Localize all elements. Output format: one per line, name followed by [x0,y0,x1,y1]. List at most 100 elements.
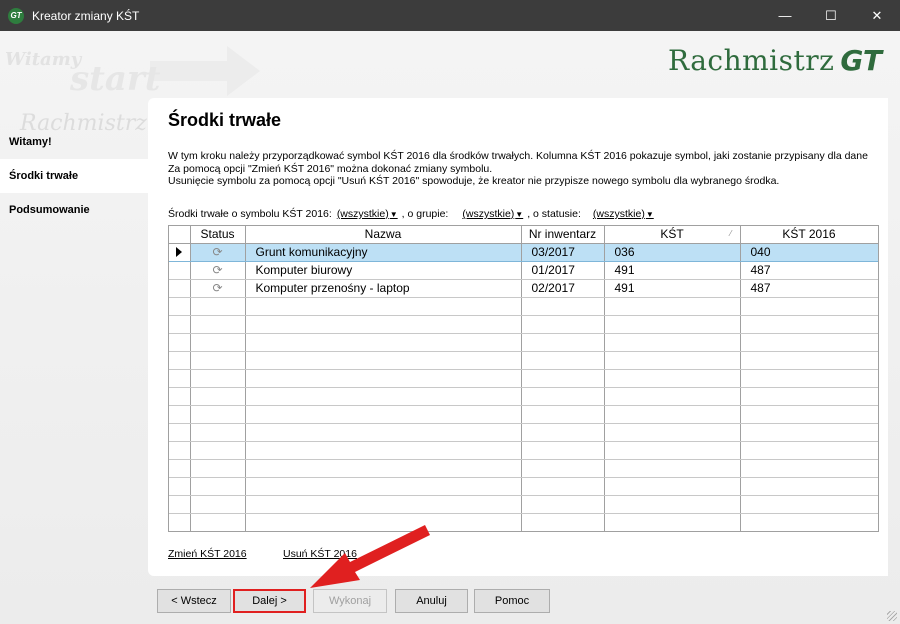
empty-cell [521,477,605,496]
table-row[interactable]: ⟳ Komputer biurowy 01/2017 491 487 [169,261,878,280]
filter-status-value: (wszystkie) [592,208,645,220]
empty-cell [245,477,522,496]
cell-nr[interactable]: 03/2017 [521,242,605,262]
title-bar: GT Kreator zmiany KŚT — ☐ ✕ [0,0,900,31]
empty-row [169,405,878,424]
cell-nr[interactable]: 01/2017 [521,261,605,280]
filter-status-dropdown[interactable]: (wszystkie) ▼ [593,208,654,220]
step-srodki-trwale[interactable]: Środki trwałe [0,159,148,193]
empty-cell [604,315,741,334]
cell-kst-2016[interactable]: 040 [740,242,878,262]
cell-nazwa[interactable]: Komputer biurowy [245,261,522,280]
empty-cell [604,333,741,352]
column-header-status[interactable]: Status [190,226,246,244]
cancel-button[interactable]: Anuluj [395,589,468,613]
sort-icon: ⁄ [730,229,732,238]
empty-row [169,495,878,514]
rachmistrz-logo: Rachmistrz GT [668,44,882,77]
empty-cell [169,333,191,352]
change-kst-link[interactable]: Zmień KŚT 2016 [168,548,247,560]
empty-cell [740,369,878,388]
empty-cell [740,333,878,352]
maximize-button[interactable]: ☐ [808,0,854,31]
refresh-icon: ⟳ [190,261,246,280]
cell-kst-2016[interactable]: 487 [740,261,878,280]
step-podsumowanie[interactable]: Podsumowanie [0,193,148,227]
empty-cell [604,369,741,388]
watermark-text: start [70,59,161,99]
column-header-nr-inwentarz[interactable]: Nr inwentarz [521,226,605,244]
empty-cell [245,423,522,442]
cell-kst[interactable]: 491 [604,261,741,280]
refresh-icon: ⟳ [190,279,246,298]
empty-cell [740,387,878,406]
filter-group-value: (wszystkie) [462,208,515,220]
cell-nazwa[interactable]: Komputer przenośny - laptop [245,279,522,298]
close-button[interactable]: ✕ [854,0,900,31]
empty-cell [245,351,522,370]
empty-cell [245,405,522,424]
empty-cell [190,423,246,442]
empty-cell [604,387,741,406]
step-witamy[interactable]: Witamy! [0,125,148,159]
empty-cell [190,513,246,531]
step-description: W tym kroku należy przyporządkować symbo… [168,150,883,188]
cell-kst-2016[interactable]: 487 [740,279,878,298]
cell-nr[interactable]: 02/2017 [521,279,605,298]
cell-kst[interactable]: 036 [604,242,741,262]
empty-cell [245,315,522,334]
empty-cell [245,459,522,478]
empty-cell [169,315,191,334]
cell-kst[interactable]: 491 [604,279,741,298]
filter-kst-label: Środki trwałe o symbolu KŚT 2016: [168,208,332,220]
empty-row [169,459,878,478]
column-header-kst[interactable]: KŚT ⁄ [604,226,741,244]
column-header-kst-2016[interactable]: KŚT 2016 [740,226,878,244]
help-button[interactable]: Pomoc [474,589,550,613]
minimize-button[interactable]: — [762,0,808,31]
empty-cell [740,441,878,460]
table-row[interactable]: ⟳ Komputer przenośny - laptop 02/2017 49… [169,279,878,298]
empty-cell [521,297,605,316]
empty-row [169,333,878,352]
description-line: Za pomocą opcji "Zmień KŚT 2016" można d… [168,162,493,175]
empty-cell [190,369,246,388]
remove-kst-link[interactable]: Usuń KŚT 2016 [283,548,357,560]
empty-row [169,315,878,334]
logo-text: Rachmistrz [668,44,835,77]
wizard-steps: Witamy! Środki trwałe Podsumowanie [0,125,148,227]
filter-group-dropdown[interactable]: (wszystkie) ▼ [462,208,523,220]
empty-cell [740,405,878,424]
empty-cell [245,387,522,406]
assets-table[interactable]: Status Nazwa Nr inwentarz KŚT ⁄ KŚT 2016 … [168,225,879,532]
empty-cell [190,495,246,514]
empty-cell [521,495,605,514]
empty-cell [740,459,878,478]
empty-row [169,513,878,531]
window-title: Kreator zmiany KŚT [32,8,140,23]
empty-cell [521,459,605,478]
resize-grip-icon[interactable] [887,611,897,621]
empty-cell [740,315,878,334]
refresh-icon: ⟳ [190,242,246,262]
back-button[interactable]: < Wstecz [157,589,231,613]
empty-row [169,477,878,496]
empty-cell [190,297,246,316]
empty-cell [521,315,605,334]
filter-kst-dropdown[interactable]: (wszystkie) ▼ [337,208,398,220]
table-row[interactable]: ⟳ Grunt komunikacyjny 03/2017 036 040 [169,242,878,262]
empty-cell [169,459,191,478]
empty-cell [190,405,246,424]
empty-row [169,441,878,460]
chevron-down-icon: ▼ [515,209,524,219]
page-title: Środki trwałe [168,110,282,130]
empty-row [169,387,878,406]
row-indicator [169,242,191,262]
cell-nazwa[interactable]: Grunt komunikacyjny [245,242,522,262]
empty-cell [190,333,246,352]
filter-bar: Środki trwałe o symbolu KŚT 2016: (wszys… [168,208,654,220]
empty-row [169,297,878,316]
column-header-nazwa[interactable]: Nazwa [245,226,522,244]
empty-cell [245,297,522,316]
empty-cell [740,423,878,442]
